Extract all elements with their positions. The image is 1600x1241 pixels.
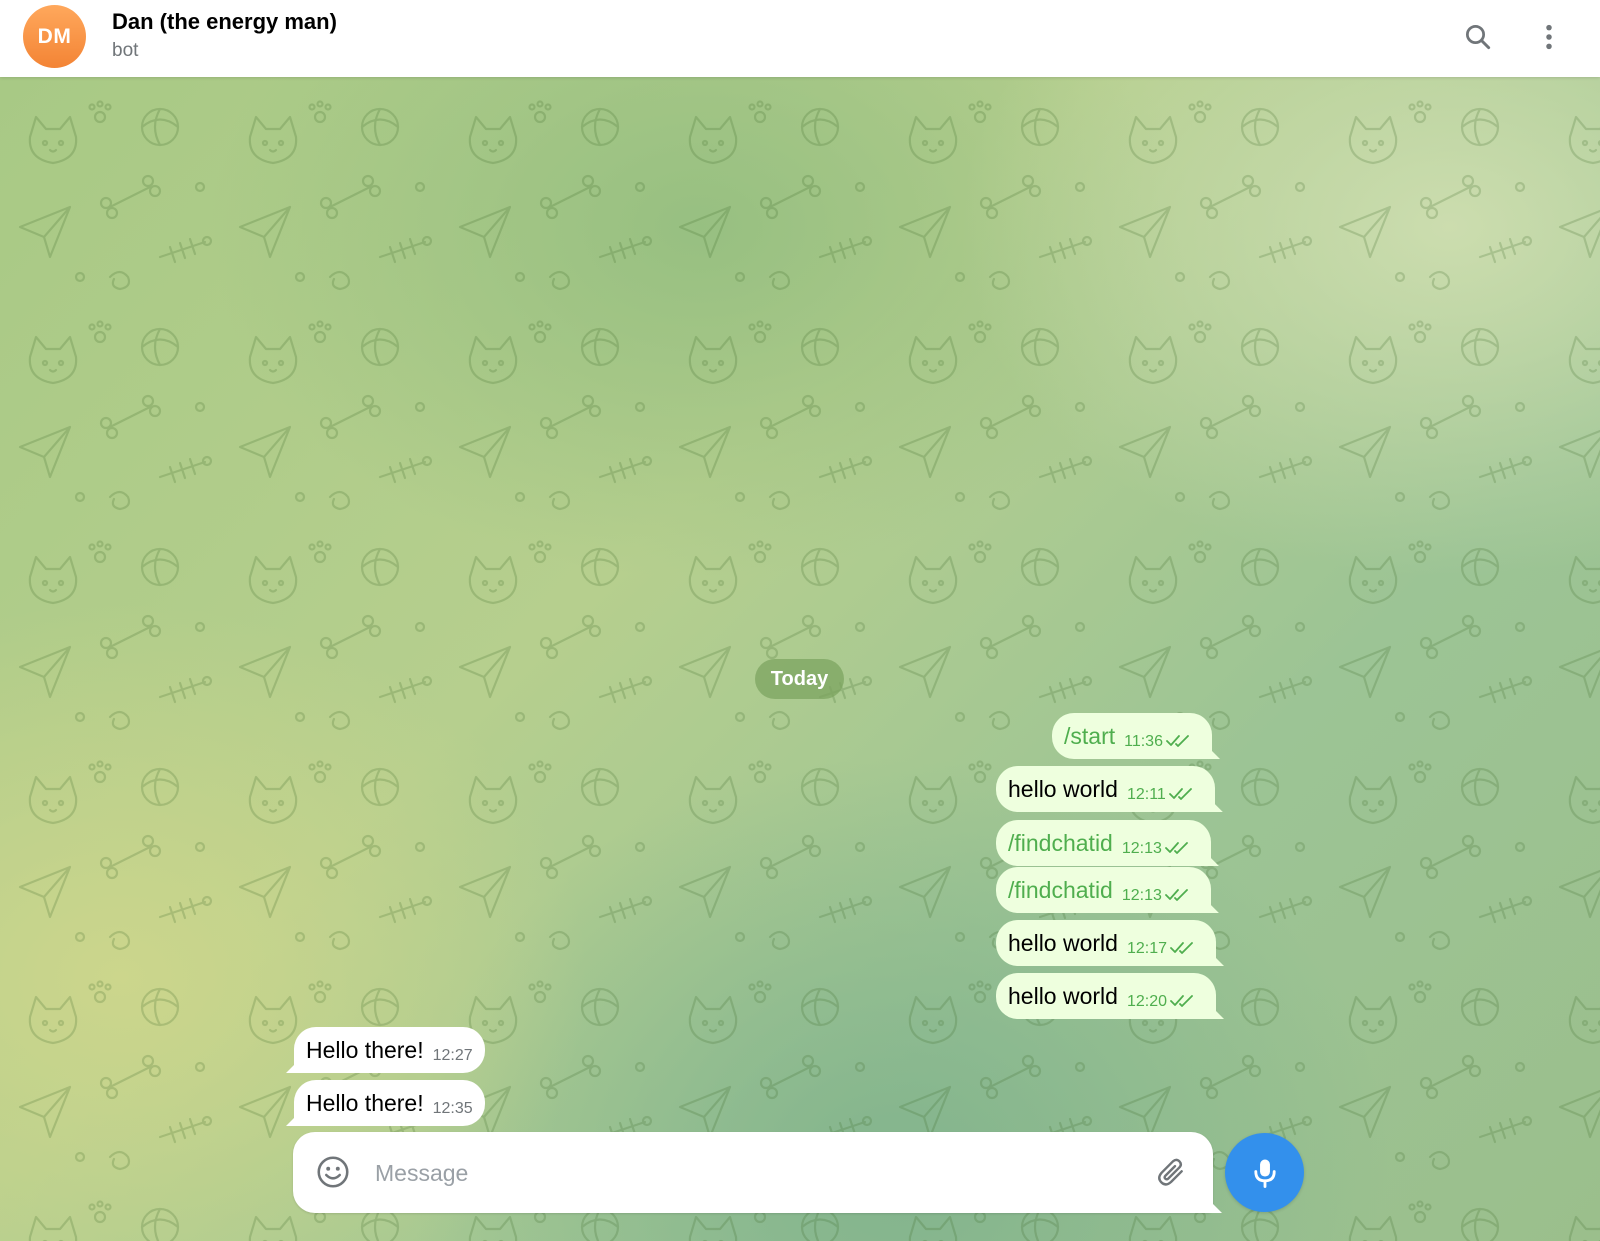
voice-message-button[interactable] xyxy=(1225,1133,1304,1212)
more-options-button[interactable] xyxy=(1526,14,1572,60)
message-bubble-outgoing[interactable]: /findchatid 12:13 xyxy=(996,867,1211,913)
smile-icon xyxy=(317,1156,349,1188)
message-bubble-incoming[interactable]: Hello there! 12:27 xyxy=(294,1027,485,1073)
emoji-button[interactable] xyxy=(313,1152,353,1192)
double-check-icon xyxy=(1170,995,1193,1007)
message-time: 12:27 xyxy=(432,1047,473,1064)
message-text[interactable]: hello world xyxy=(1008,776,1118,803)
double-check-icon xyxy=(1170,942,1193,954)
message-text[interactable]: /findchatid xyxy=(1008,877,1113,904)
avatar[interactable]: DM xyxy=(23,5,86,68)
message-time: 12:17 xyxy=(1126,940,1167,957)
message-time: 12:13 xyxy=(1121,887,1162,904)
message-text[interactable]: hello world xyxy=(1008,930,1118,957)
search-button[interactable] xyxy=(1455,14,1501,60)
message-bubble-outgoing[interactable]: hello world 12:17 xyxy=(996,920,1216,966)
message-text[interactable]: Hello there! xyxy=(306,1037,424,1064)
message-time: 12:13 xyxy=(1121,840,1162,857)
paperclip-icon xyxy=(1158,1158,1183,1186)
search-icon xyxy=(1466,25,1491,50)
message-bubble-incoming[interactable]: Hello there! 12:35 xyxy=(294,1080,485,1126)
attach-button[interactable] xyxy=(1151,1152,1191,1192)
message-bubble-outgoing[interactable]: hello world 12:20 xyxy=(996,973,1216,1019)
microphone-icon xyxy=(1253,1159,1276,1188)
double-check-icon xyxy=(1165,889,1188,901)
chat-header: DM Dan (the energy man) bot xyxy=(0,0,1600,77)
message-time: 12:20 xyxy=(1126,993,1167,1010)
double-check-icon xyxy=(1166,735,1189,747)
more-vertical-icon xyxy=(1546,24,1552,50)
double-check-icon xyxy=(1165,842,1188,854)
message-composer xyxy=(293,1132,1213,1213)
double-check-icon xyxy=(1168,788,1192,800)
message-bubble-outgoing[interactable]: /start 11:36 xyxy=(1052,713,1212,759)
chat-title[interactable]: Dan (the energy man) xyxy=(112,9,337,35)
message-text[interactable]: /findchatid xyxy=(1008,830,1113,857)
message-text[interactable]: /start xyxy=(1064,723,1115,750)
message-time: 12:35 xyxy=(432,1100,473,1117)
message-time: 11:36 xyxy=(1124,733,1163,750)
message-input[interactable] xyxy=(373,1150,1117,1196)
chat-subtitle: bot xyxy=(112,40,139,61)
message-bubble-outgoing[interactable]: /findchatid 12:13 xyxy=(996,820,1211,866)
message-text[interactable]: Hello there! xyxy=(306,1090,424,1117)
message-bubble-outgoing[interactable]: hello world 12:11 xyxy=(996,766,1215,812)
date-divider: Today xyxy=(755,659,844,699)
message-time: 12:11 xyxy=(1126,786,1166,803)
telegram-chat-window: DM Dan (the energy man) bot Today /start… xyxy=(0,0,1600,1241)
message-text[interactable]: hello world xyxy=(1008,983,1118,1010)
